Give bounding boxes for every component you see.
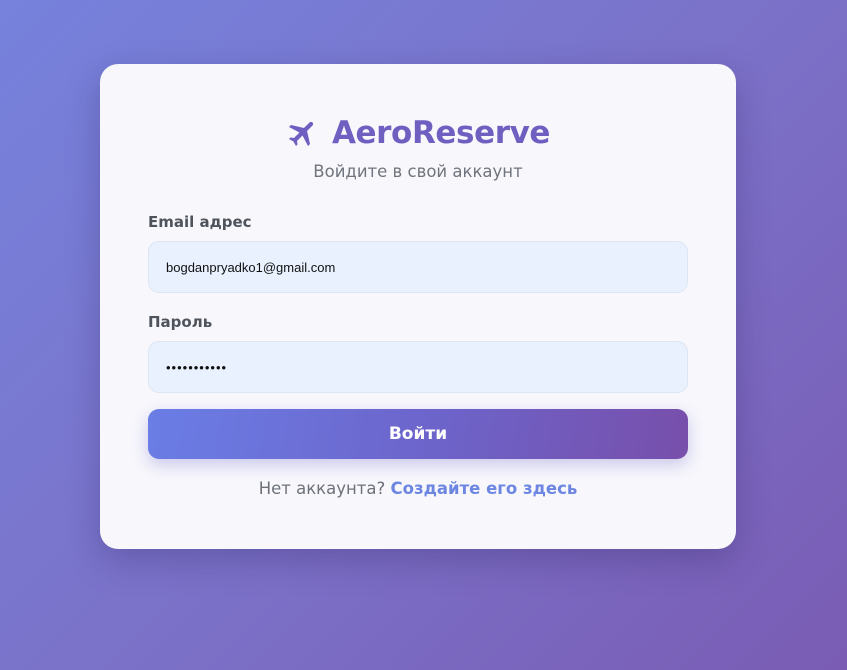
brand-header: AeroReserve	[100, 115, 736, 151]
page-subtitle: Войдите в свой аккаунт	[313, 162, 523, 181]
signup-prompt: Нет аккаунта? Создайте его здесь	[100, 479, 736, 498]
signup-prompt-text: Нет аккаунта?	[258, 479, 386, 498]
signup-link[interactable]: Создайте его здесь	[391, 479, 578, 498]
password-label: Пароль	[148, 313, 213, 331]
login-button[interactable]: Войти	[148, 409, 688, 459]
plane-icon	[288, 121, 314, 147]
brand-title: AeroReserve	[331, 115, 551, 151]
email-label: Email адрес	[148, 213, 252, 231]
login-card: AeroReserve Войдите в свой аккаунт Email…	[100, 64, 736, 549]
password-field[interactable]	[148, 341, 688, 393]
email-field[interactable]	[148, 241, 688, 293]
